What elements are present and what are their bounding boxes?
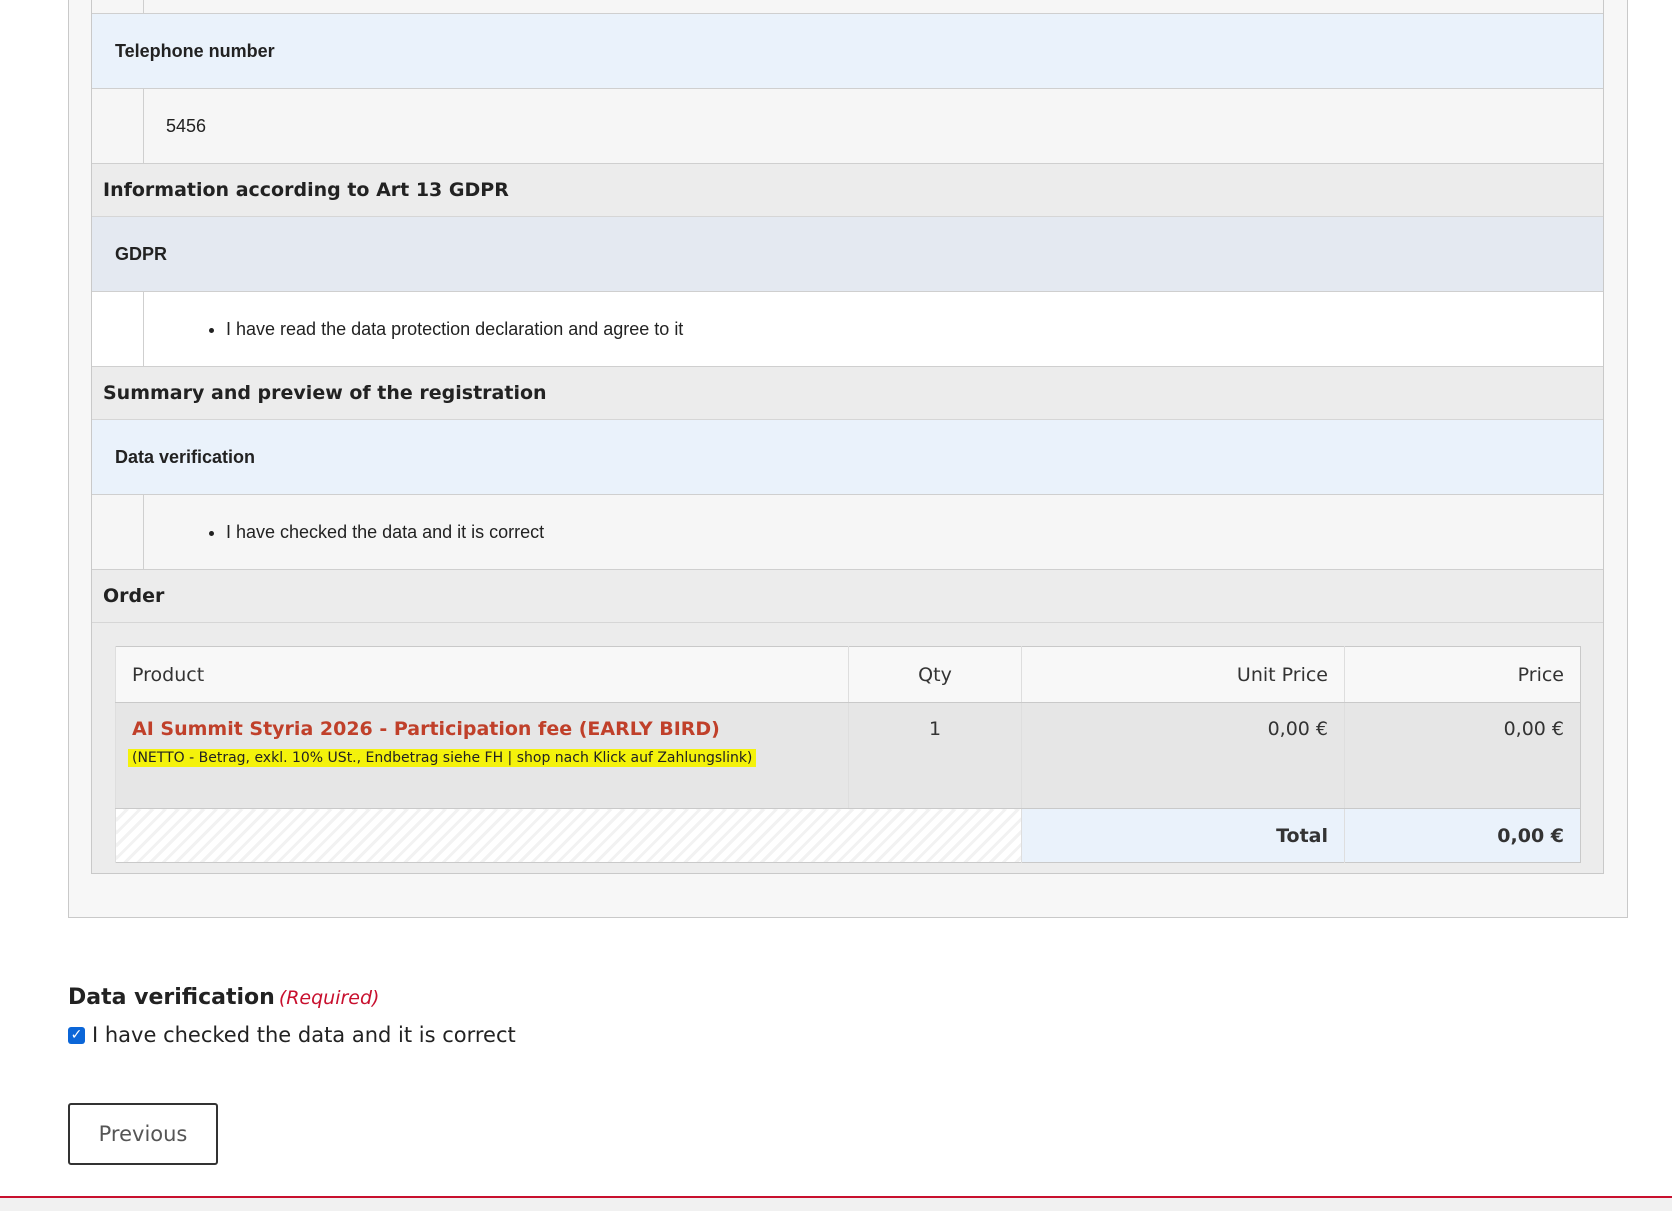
- gdpr-value-list: I have read the data protection declarat…: [166, 319, 683, 340]
- entry-preview-table: Telephone number 5456 Information accord…: [91, 0, 1604, 874]
- data-verification-checkbox-label[interactable]: I have checked the data and it is correc…: [92, 1023, 516, 1047]
- field-value-data-verification: I have checked the data and it is correc…: [92, 495, 1603, 570]
- product-cell: AI Summit Styria 2026 - Participation fe…: [115, 702, 849, 809]
- telephone-value: 5456: [166, 115, 207, 136]
- col-header-product: Product: [115, 646, 849, 703]
- data-verification-list: I have checked the data and it is correc…: [166, 522, 544, 543]
- total-value: 0,00 €: [1344, 808, 1581, 863]
- order-summary-wrap: Product Qty Unit Price Price AI Summit S…: [92, 623, 1603, 873]
- unit-price-cell: 0,00 €: [1021, 702, 1345, 809]
- total-label: Total: [1021, 808, 1345, 863]
- total-row: Total 0,00 €: [115, 808, 1581, 863]
- col-header-qty: Qty: [848, 646, 1022, 703]
- data-verification-list-wrap: I have checked the data and it is correc…: [144, 495, 544, 569]
- order-header-row: Product Qty Unit Price Price: [115, 646, 1581, 703]
- product-note: (NETTO - Betrag, exkl. 10% USt., Endbetr…: [128, 749, 757, 767]
- data-verification-checkbox[interactable]: ✓: [68, 1026, 85, 1044]
- gdpr-value-item: I have read the data protection declarat…: [226, 319, 683, 340]
- data-verification-title: Data verification: [68, 985, 275, 1010]
- col-header-unit-price: Unit Price: [1021, 646, 1345, 703]
- table-row: AI Summit Styria 2026 - Participation fe…: [115, 702, 1581, 809]
- order-table: Product Qty Unit Price Price AI Summit S…: [115, 646, 1581, 863]
- section-summary: Summary and preview of the registration: [92, 367, 1603, 420]
- gutter: [92, 292, 144, 366]
- data-verification-item: I have checked the data and it is correc…: [226, 522, 544, 543]
- field-label-data-verification: Data verification: [92, 420, 1603, 495]
- field-value-telephone: 5456: [92, 89, 1603, 164]
- total-spacer: [115, 808, 1022, 863]
- col-header-price: Price: [1344, 646, 1581, 703]
- previous-field-value-stub: [92, 0, 1603, 14]
- price-cell: 0,00 €: [1344, 702, 1581, 809]
- gdpr-value-list-wrap: I have read the data protection declarat…: [144, 292, 683, 366]
- section-gdpr: Information according to Art 13 GDPR: [92, 164, 1603, 217]
- product-name: AI Summit Styria 2026 - Participation fe…: [132, 718, 720, 740]
- gutter: [92, 89, 144, 163]
- field-label-gdpr: GDPR: [92, 217, 1603, 292]
- field-value-gdpr: I have read the data protection declarat…: [92, 292, 1603, 367]
- field-label-telephone: Telephone number: [92, 14, 1603, 89]
- section-order: Order: [92, 570, 1603, 623]
- required-marker: (Required): [278, 987, 380, 1009]
- previous-button[interactable]: Previous: [68, 1103, 218, 1165]
- gutter: [92, 495, 144, 569]
- qty-cell: 1: [848, 702, 1022, 809]
- data-verification-checkbox-row[interactable]: ✓ I have checked the data and it is corr…: [68, 1023, 516, 1047]
- gutter: [92, 0, 144, 13]
- data-verification-heading: Data verification (Required): [68, 985, 379, 1010]
